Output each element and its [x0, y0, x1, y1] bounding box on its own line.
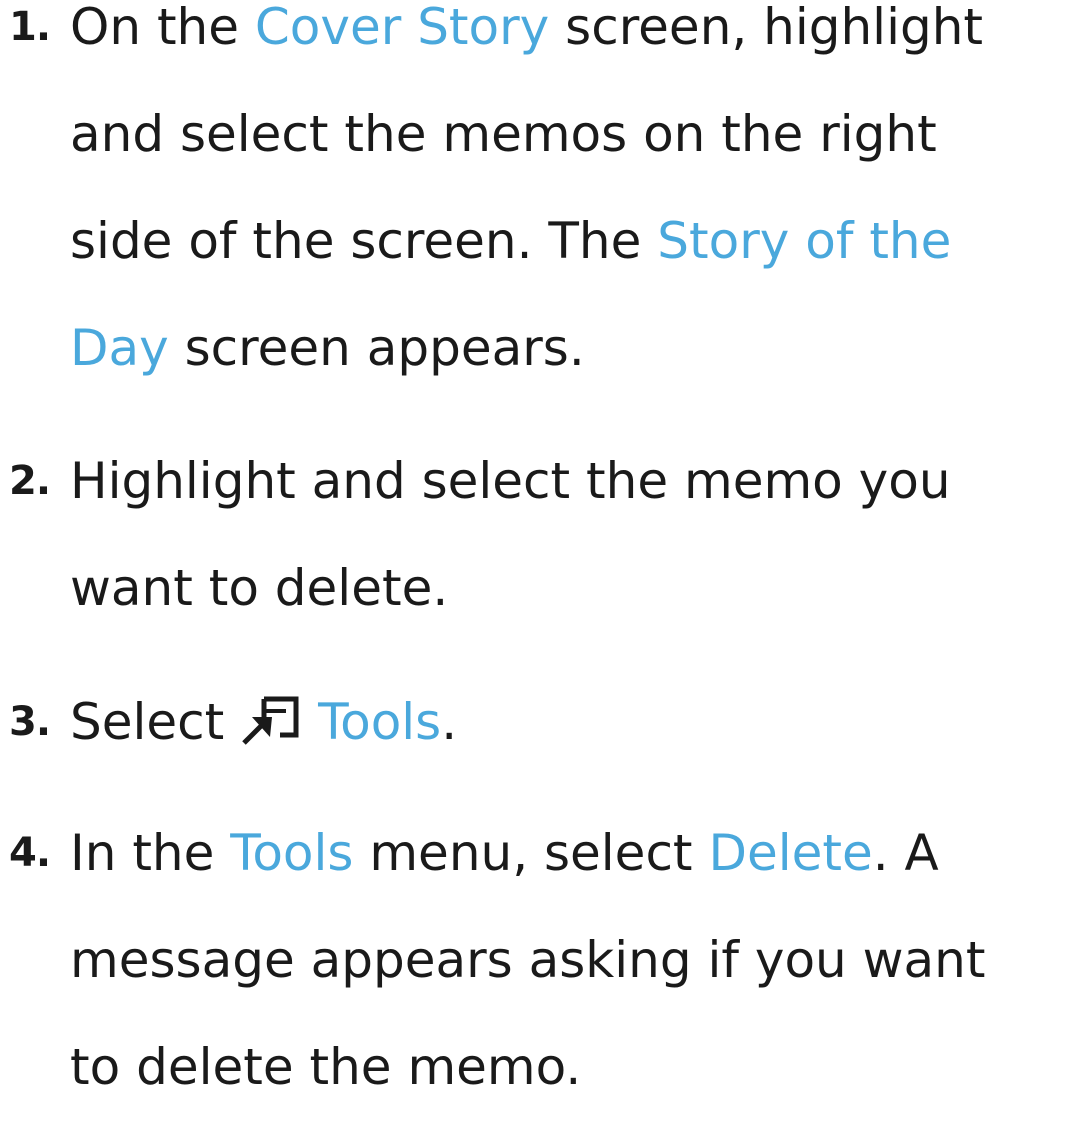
- step-number: 2.: [9, 458, 51, 504]
- tools-remote-icon: [240, 695, 302, 745]
- instruction-page: 1. On the Cover Story screen, highlight …: [0, 0, 1076, 1096]
- story-of-the-day-term: Story of the: [657, 212, 952, 270]
- delete-term: Delete: [708, 824, 873, 882]
- step-line: side of the screen. The Story of the: [70, 212, 952, 270]
- cover-story-term: Cover Story: [254, 0, 550, 56]
- tools-term: Tools: [230, 824, 354, 882]
- step-line: Select Tools.: [70, 693, 458, 751]
- step-line: message appears asking if you want: [70, 931, 986, 989]
- step-line: want to delete.: [70, 559, 449, 617]
- step-text: Select Tools.: [70, 669, 1060, 776]
- step-text: In the Tools menu, select Delete. A mess…: [70, 800, 1060, 1121]
- tools-term: Tools: [318, 693, 442, 751]
- step-line: Highlight and select the memo you: [70, 452, 951, 510]
- step-text: Highlight and select the memo you want t…: [70, 428, 1060, 642]
- step-line: On the Cover Story screen, highlight: [70, 0, 983, 56]
- step-text: On the Cover Story screen, highlight and…: [70, 0, 1060, 402]
- step-number: 4.: [9, 830, 51, 876]
- step-line: to delete the memo.: [70, 1038, 582, 1096]
- step-line: and select the memos on the right: [70, 105, 937, 163]
- step-number: 3.: [9, 699, 51, 745]
- step-line: In the Tools menu, select Delete. A: [70, 824, 939, 882]
- story-of-the-day-term: Day: [70, 319, 169, 377]
- step-number: 1.: [9, 4, 51, 50]
- step-line: Day screen appears.: [70, 319, 585, 377]
